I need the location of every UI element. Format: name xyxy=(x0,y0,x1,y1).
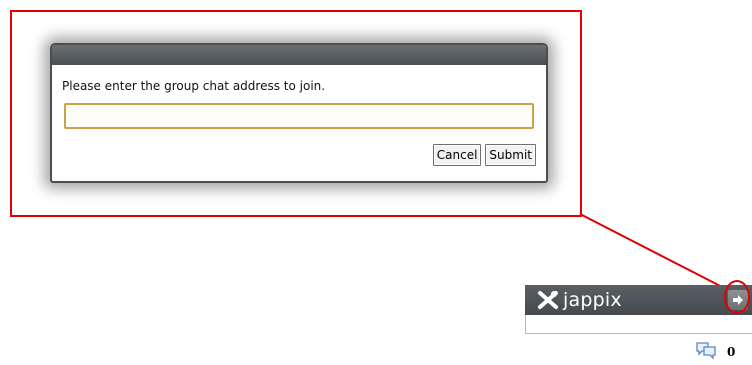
submit-button[interactable]: Submit xyxy=(485,144,536,166)
dialog-message: Please enter the group chat address to j… xyxy=(62,79,326,93)
jappix-status-row: 0 xyxy=(695,341,735,363)
join-groupchat-dialog: Please enter the group chat address to j… xyxy=(50,43,548,183)
dialog-titlebar xyxy=(52,45,546,65)
join-groupchat-button[interactable] xyxy=(728,290,748,310)
dialog-content: Please enter the group chat address to j… xyxy=(52,65,546,129)
cancel-button[interactable]: Cancel xyxy=(432,144,482,166)
jappix-bar: jappix xyxy=(525,285,752,315)
chat-count: 0 xyxy=(727,345,736,359)
groupchat-address-input[interactable] xyxy=(64,103,534,129)
jappix-brand-name: jappix xyxy=(563,289,622,311)
chat-bubbles-icon[interactable] xyxy=(695,341,717,363)
dialog-buttons: Cancel Submit xyxy=(432,144,536,166)
screenshot-stage: Please enter the group chat address to j… xyxy=(0,0,752,365)
jappix-logo-icon xyxy=(537,290,559,310)
arrow-right-icon xyxy=(733,295,743,305)
jappix-panel-body xyxy=(525,315,752,334)
